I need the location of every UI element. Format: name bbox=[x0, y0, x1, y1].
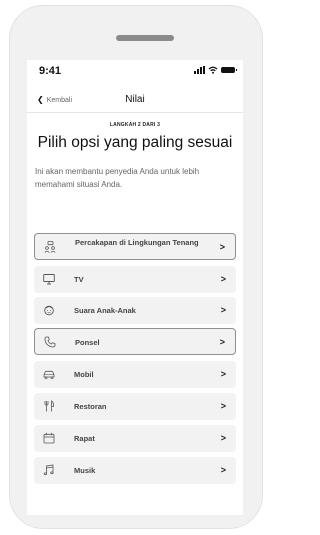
status-icons bbox=[194, 66, 237, 74]
option-label: TV bbox=[74, 275, 84, 284]
option-meeting[interactable]: Rapat > bbox=[34, 425, 236, 452]
status-time: 9:41 bbox=[39, 65, 62, 77]
option-tv[interactable]: TV > bbox=[34, 266, 236, 293]
chevron-right-icon: > bbox=[220, 369, 226, 379]
chevron-right-icon: > bbox=[219, 242, 225, 252]
chevron-right-icon: > bbox=[220, 401, 226, 411]
phone-screen: 9:41 ❮ Kembali Nilai LANGKAH 2 DARI 3 Pi… bbox=[27, 60, 243, 515]
chevron-right-icon: > bbox=[220, 433, 226, 443]
calendar-icon bbox=[43, 432, 55, 444]
wifi-icon bbox=[208, 66, 218, 74]
option-label: Suara Anak-Anak bbox=[74, 306, 136, 315]
quiet-conversation-icon bbox=[44, 241, 56, 253]
option-label: Percakapan di Lingkungan Tenang bbox=[75, 238, 199, 247]
option-car[interactable]: Mobil > bbox=[34, 361, 236, 388]
option-label: Rapat bbox=[74, 434, 95, 443]
option-label: Mobil bbox=[74, 370, 94, 379]
chevron-right-icon: > bbox=[220, 305, 226, 315]
option-children[interactable]: Suara Anak-Anak > bbox=[34, 297, 236, 324]
phone-icon bbox=[44, 336, 56, 348]
chevron-right-icon: > bbox=[220, 274, 226, 284]
nav-title: Nilai bbox=[125, 94, 145, 105]
signal-icon bbox=[194, 66, 205, 74]
option-restaurant[interactable]: Restoran > bbox=[34, 393, 236, 420]
step-indicator: LANGKAH 2 DARI 3 bbox=[109, 122, 161, 128]
page-subtitle: Ini akan membantu penyedia Anda untuk le… bbox=[35, 167, 200, 189]
child-icon bbox=[44, 305, 54, 316]
tv-icon bbox=[43, 274, 55, 285]
option-label: Musik bbox=[74, 466, 96, 475]
page-title: Pilih opsi yang paling sesuai bbox=[37, 134, 233, 151]
chevron-right-icon: > bbox=[219, 337, 225, 347]
option-quiet-conversation[interactable]: Percakapan di Lingkungan Tenang > bbox=[34, 233, 236, 260]
status-bar: 9:41 bbox=[27, 60, 243, 82]
phone-speaker bbox=[116, 35, 174, 41]
chevron-right-icon: > bbox=[220, 465, 226, 475]
option-phone[interactable]: Ponsel > bbox=[34, 328, 236, 355]
option-music[interactable]: Musik > bbox=[34, 457, 236, 484]
battery-icon bbox=[221, 67, 237, 73]
car-icon bbox=[43, 370, 55, 380]
option-label: Ponsel bbox=[75, 338, 100, 347]
nav-bar: ❮ Kembali Nilai bbox=[27, 86, 243, 113]
music-icon bbox=[43, 464, 54, 476]
restaurant-icon bbox=[44, 400, 54, 412]
option-label: Restoran bbox=[74, 402, 107, 411]
